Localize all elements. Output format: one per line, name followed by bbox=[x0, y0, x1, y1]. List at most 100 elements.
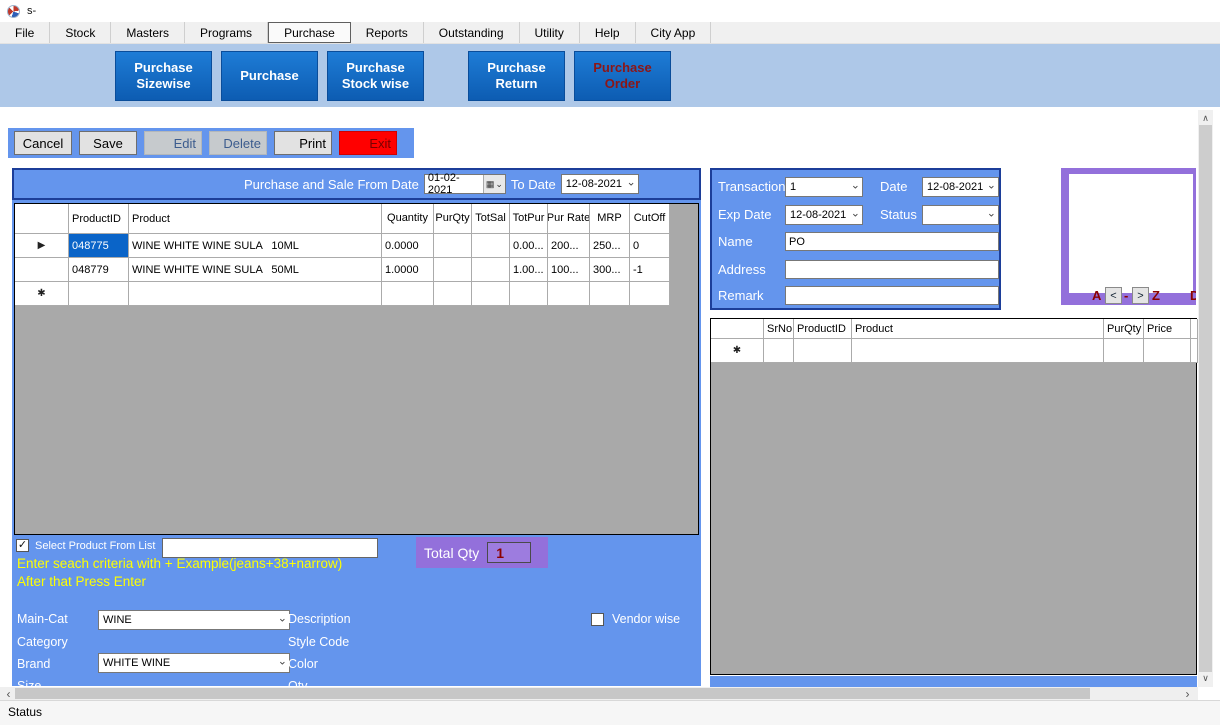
toolbar-button-purchase[interactable]: Purchase bbox=[221, 51, 318, 101]
exit-button[interactable]: Exit bbox=[339, 131, 397, 155]
grid2-cell-purqty[interactable] bbox=[1104, 339, 1144, 363]
toolbar-button-purchase-stock-wise[interactable]: Purchase Stock wise bbox=[327, 51, 424, 101]
menu-item-programs[interactable]: Programs bbox=[185, 22, 268, 43]
grid2-header-productid[interactable]: ProductID bbox=[794, 319, 852, 339]
grid2-cell-productid[interactable] bbox=[794, 339, 852, 363]
grid1-cell-product[interactable]: WINE WHITE WINE SULA 50ML bbox=[129, 258, 382, 282]
scroll-up-icon[interactable]: ∧ bbox=[1198, 112, 1213, 125]
toolbar-button-purchase-return[interactable]: Purchase Return bbox=[468, 51, 565, 101]
grid1-header-product[interactable]: Product bbox=[129, 204, 382, 234]
grid2-header-product[interactable]: Product bbox=[852, 319, 1104, 339]
horizontal-scrollbar[interactable]: ‹ › bbox=[0, 687, 1198, 700]
grid1-cell-purqty[interactable] bbox=[434, 258, 472, 282]
grid1-cell-totpur[interactable]: 1.00... bbox=[510, 258, 548, 282]
alpha-prev-button[interactable]: < bbox=[1105, 287, 1122, 304]
menu-item-file[interactable]: File bbox=[0, 22, 50, 43]
grid1-cell-cutoff[interactable]: 0 bbox=[630, 234, 670, 258]
select-product-checkbox[interactable]: ✓ bbox=[16, 539, 29, 552]
grid1-cell-productid[interactable] bbox=[69, 282, 129, 306]
grid1-header-mrp[interactable]: MRP bbox=[590, 204, 630, 234]
grid1-cell-product[interactable]: WINE WHITE WINE SULA 10ML bbox=[129, 234, 382, 258]
vendor-wise-label: Vendor wise bbox=[612, 612, 680, 626]
scroll-right-icon[interactable]: › bbox=[1181, 687, 1194, 700]
grid2-header-price[interactable]: Price bbox=[1144, 319, 1191, 339]
from-date-picker[interactable]: 01-02-2021 ▦⌄ bbox=[424, 174, 506, 194]
grid2-header-srno[interactable]: SrNo bbox=[764, 319, 794, 339]
chevron-down-icon: ⌄ bbox=[495, 179, 503, 190]
horizontal-scrollbar-thumb[interactable] bbox=[15, 688, 1090, 699]
grid1-cell-quantity[interactable]: 1.0000 bbox=[382, 258, 434, 282]
preview-box[interactable] bbox=[1069, 174, 1193, 293]
address-field[interactable] bbox=[785, 260, 999, 279]
name-field[interactable] bbox=[785, 232, 999, 251]
menu-item-reports[interactable]: Reports bbox=[351, 22, 424, 43]
menu-item-purchase[interactable]: Purchase bbox=[268, 22, 351, 43]
to-date-combo[interactable]: 12-08-2021 ⌄ bbox=[561, 174, 639, 194]
toolbar-button-purchase-order[interactable]: Purchase Order bbox=[574, 51, 671, 101]
grid1-cell-totpur[interactable] bbox=[510, 282, 548, 306]
scroll-down-icon[interactable]: ∨ bbox=[1198, 672, 1213, 685]
menu-item-stock[interactable]: Stock bbox=[50, 22, 111, 43]
status-combo[interactable]: ⌄ bbox=[922, 205, 999, 225]
status-text: Status bbox=[8, 705, 42, 719]
vendor-wise-checkbox[interactable] bbox=[591, 613, 604, 626]
date-combo[interactable]: 12-08-2021⌄ bbox=[922, 177, 999, 197]
menu-item-city-app[interactable]: City App bbox=[636, 22, 712, 43]
grid1-cell-quantity[interactable]: 0.0000 bbox=[382, 234, 434, 258]
grid1-cell-totsal[interactable] bbox=[472, 258, 510, 282]
grid1-cell-cutoff[interactable]: -1 bbox=[630, 258, 670, 282]
grid2-header-purqty[interactable]: PurQty bbox=[1104, 319, 1144, 339]
grid1-header-cutoff[interactable]: CutOff bbox=[630, 204, 670, 234]
grid1-header-totpur[interactable]: TotPur bbox=[510, 204, 548, 234]
filter-brand-label: Brand bbox=[17, 657, 50, 671]
print-button[interactable]: Print bbox=[274, 131, 332, 155]
transaction-combo[interactable]: 1⌄ bbox=[785, 177, 863, 197]
filter-main-cat-label: Main-Cat bbox=[17, 612, 68, 626]
filter-category-combo[interactable]: WHITE WINE⌄ bbox=[98, 653, 290, 673]
grid1-cell-totpur[interactable]: 0.00... bbox=[510, 234, 548, 258]
alpha-next-button[interactable]: > bbox=[1132, 287, 1149, 304]
menu-item-help[interactable]: Help bbox=[580, 22, 636, 43]
grid1-cell-totsal[interactable] bbox=[472, 282, 510, 306]
delete-button[interactable]: Delete bbox=[209, 131, 267, 155]
grid1-cell-pur-rate[interactable]: 100... bbox=[548, 258, 590, 282]
menu-item-masters[interactable]: Masters bbox=[111, 22, 185, 43]
vertical-scrollbar[interactable]: ∧ ∨ bbox=[1198, 110, 1213, 687]
grid2-cell-srno[interactable] bbox=[764, 339, 794, 363]
grid1-header-purqty[interactable]: PurQty bbox=[434, 204, 472, 234]
grid1-header-totsal[interactable]: TotSal bbox=[472, 204, 510, 234]
grid1-header-quantity[interactable]: Quantity bbox=[382, 204, 434, 234]
menu-item-utility[interactable]: Utility bbox=[520, 22, 580, 43]
save-button[interactable]: Save bbox=[79, 131, 137, 155]
grid1-cell-totsal[interactable] bbox=[472, 234, 510, 258]
grid1-cell-productid[interactable]: 048775 bbox=[69, 234, 129, 258]
grid1-cell-product[interactable] bbox=[129, 282, 382, 306]
chevron-down-icon: ⌄ bbox=[626, 178, 635, 189]
vertical-scrollbar-thumb[interactable] bbox=[1199, 125, 1212, 672]
grid1-cell-purqty[interactable] bbox=[434, 282, 472, 306]
menu-item-outstanding[interactable]: Outstanding bbox=[424, 22, 520, 43]
grid1-cell-mrp[interactable]: 300... bbox=[590, 258, 630, 282]
grid1-cell-pur-rate[interactable] bbox=[548, 282, 590, 306]
cancel-button[interactable]: Cancel bbox=[14, 131, 72, 155]
from-date-calendar-button[interactable]: ▦⌄ bbox=[483, 175, 505, 193]
grid2-cell-price[interactable] bbox=[1144, 339, 1191, 363]
product-search-input[interactable] bbox=[162, 538, 378, 558]
grid1-cell-pur-rate[interactable]: 200... bbox=[548, 234, 590, 258]
grid1-cell-mrp[interactable]: 250... bbox=[590, 234, 630, 258]
exp-date-combo[interactable]: 12-08-2021⌄ bbox=[785, 205, 863, 225]
grid1-header-productid[interactable]: ProductID bbox=[69, 204, 129, 234]
remark-field[interactable] bbox=[785, 286, 999, 305]
grid1-cell-cutoff[interactable] bbox=[630, 282, 670, 306]
filter-main-cat-value: WINE bbox=[103, 614, 132, 626]
grid1-cell-productid[interactable]: 048779 bbox=[69, 258, 129, 282]
grid1-cell-mrp[interactable] bbox=[590, 282, 630, 306]
scroll-left-icon[interactable]: ‹ bbox=[2, 687, 15, 700]
grid1-header-pur-rate[interactable]: Pur Rate bbox=[548, 204, 590, 234]
grid1-cell-purqty[interactable] bbox=[434, 234, 472, 258]
toolbar-button-purchase-sizewise[interactable]: Purchase Sizewise bbox=[115, 51, 212, 101]
filter-main-cat-combo[interactable]: WINE⌄ bbox=[98, 610, 290, 630]
grid1-cell-quantity[interactable] bbox=[382, 282, 434, 306]
grid2-cell-product[interactable] bbox=[852, 339, 1104, 363]
edit-button[interactable]: Edit bbox=[144, 131, 202, 155]
